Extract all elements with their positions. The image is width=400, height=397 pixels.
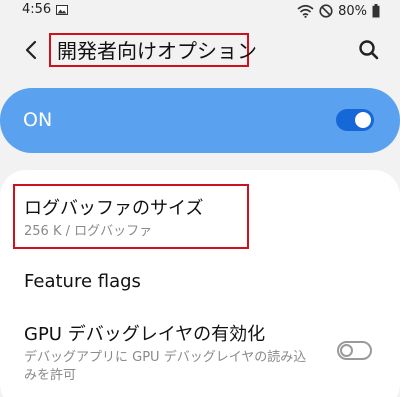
wifi-icon bbox=[297, 4, 314, 18]
master-switch-label: ON bbox=[23, 109, 53, 131]
back-chevron-icon[interactable] bbox=[18, 37, 44, 63]
log-buffer-size-summary: 256 K / ログバッファ bbox=[24, 224, 153, 239]
gallery-icon bbox=[56, 5, 68, 15]
status-icons: 80% bbox=[297, 3, 380, 19]
developer-options-master-switch[interactable]: ON bbox=[0, 88, 400, 153]
do-not-disturb-icon bbox=[319, 4, 333, 18]
toggle-knob bbox=[340, 344, 353, 357]
feature-flags-title: Feature flags bbox=[24, 271, 141, 292]
gpu-debug-layers-toggle-switch[interactable] bbox=[337, 341, 372, 360]
log-buffer-size-title: ログバッファのサイズ bbox=[24, 198, 204, 219]
status-bar: 4:56 80% bbox=[0, 0, 400, 22]
search-icon[interactable] bbox=[356, 37, 382, 63]
log-buffer-size-item[interactable]: ログバッファのサイズ 256 K / ログバッファ bbox=[0, 170, 400, 255]
title-highlight-box: 開発者向けオプション bbox=[49, 33, 257, 67]
page-title: 開発者向けオプション bbox=[57, 39, 257, 63]
gpu-debug-layers-title: GPU デバッグレイヤの有効化 bbox=[24, 324, 266, 345]
master-toggle-switch[interactable] bbox=[336, 109, 374, 131]
toggle-knob bbox=[355, 112, 371, 128]
gpu-debug-layers-summary-line1: デバッグアプリに GPU デバッグレイヤの読み込 bbox=[24, 350, 307, 365]
app-bar: 開発者向けオプション bbox=[0, 30, 400, 70]
battery-percent: 80% bbox=[338, 3, 367, 19]
settings-card: ログバッファのサイズ 256 K / ログバッファ Feature flags … bbox=[0, 170, 400, 397]
screen: 4:56 80% 開発者向けオプション ON ログバッファのサイズ 256 K … bbox=[0, 0, 400, 397]
status-time: 4:56 bbox=[22, 2, 52, 17]
gpu-debug-layers-summary-line2: みを許可 bbox=[24, 368, 77, 383]
battery-icon bbox=[372, 4, 380, 18]
feature-flags-item[interactable]: Feature flags bbox=[0, 255, 400, 310]
